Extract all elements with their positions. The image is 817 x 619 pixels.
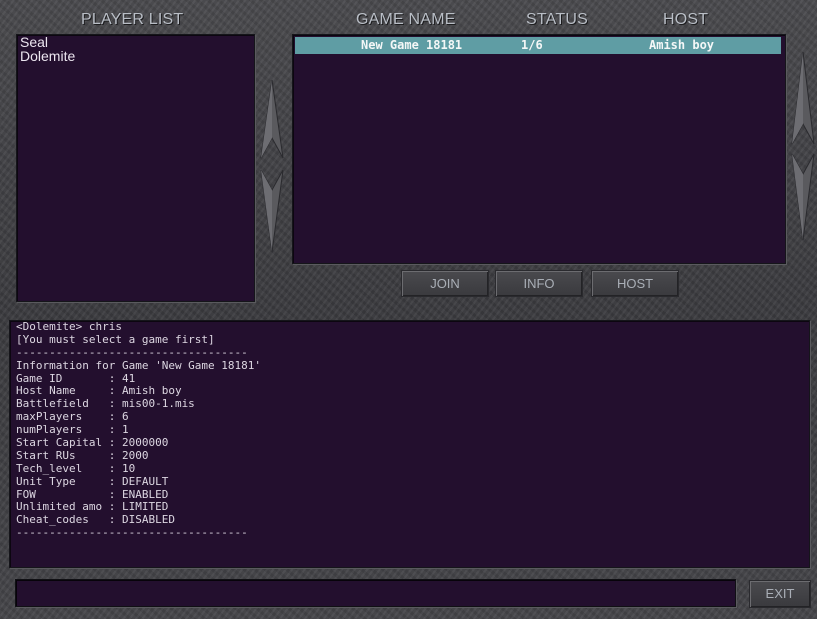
- chat-input[interactable]: [15, 579, 736, 607]
- chat-log-line: -----------------------------------: [16, 345, 248, 359]
- player-list-item[interactable]: Dolemite: [17, 49, 254, 63]
- host-button[interactable]: HOST: [591, 270, 679, 297]
- chat-log-line: -----------------------------------: [16, 526, 248, 540]
- chat-log-line: maxPlayers : 6: [16, 410, 129, 424]
- chat-log-line: [You must select a game first]: [16, 332, 215, 346]
- chat-log-line: Start RUs : 2000: [16, 448, 149, 462]
- info-button[interactable]: INFO: [495, 270, 583, 297]
- chat-log-line: Unit Type : DEFAULT: [16, 474, 169, 488]
- chat-log-line: Information for Game 'New Game 18181': [16, 358, 262, 372]
- chat-log-line: Tech_level : 10: [16, 461, 136, 475]
- player-list[interactable]: Seal Dolemite: [16, 34, 255, 302]
- scroll-up-arrow-icon[interactable]: [260, 79, 284, 159]
- game-status-cell: 1/6: [521, 38, 543, 52]
- game-list-scroll-arrows: [791, 51, 815, 241]
- scroll-down-arrow-icon[interactable]: [260, 169, 284, 253]
- chat-log-line: <Dolemite> chris: [16, 320, 122, 333]
- game-name-header: GAME NAME: [356, 11, 456, 28]
- chat-log-line: Start Capital : 2000000: [16, 436, 169, 450]
- host-header: HOST: [663, 11, 709, 28]
- chat-log: <Dolemite> chris [You must select a game…: [9, 320, 810, 568]
- status-header: STATUS: [526, 11, 588, 28]
- chat-log-line: Battlefield : mis00-1.mis: [16, 397, 195, 411]
- join-button[interactable]: JOIN: [401, 270, 489, 297]
- game-list-row-selected[interactable]: New Game 18181 1/6 Amish boy: [295, 37, 781, 54]
- game-name-cell: New Game 18181: [361, 38, 463, 52]
- player-list-header: PLAYER LIST: [81, 11, 184, 28]
- scroll-down-arrow-icon[interactable]: [791, 153, 815, 241]
- player-list-scroll-arrows: [260, 79, 284, 253]
- game-list[interactable]: New Game 18181 1/6 Amish boy: [292, 34, 786, 264]
- exit-button[interactable]: EXIT: [749, 580, 811, 608]
- game-host-cell: Amish boy: [649, 38, 715, 52]
- scroll-up-arrow-icon[interactable]: [791, 51, 815, 145]
- player-list-item[interactable]: Seal: [17, 35, 254, 49]
